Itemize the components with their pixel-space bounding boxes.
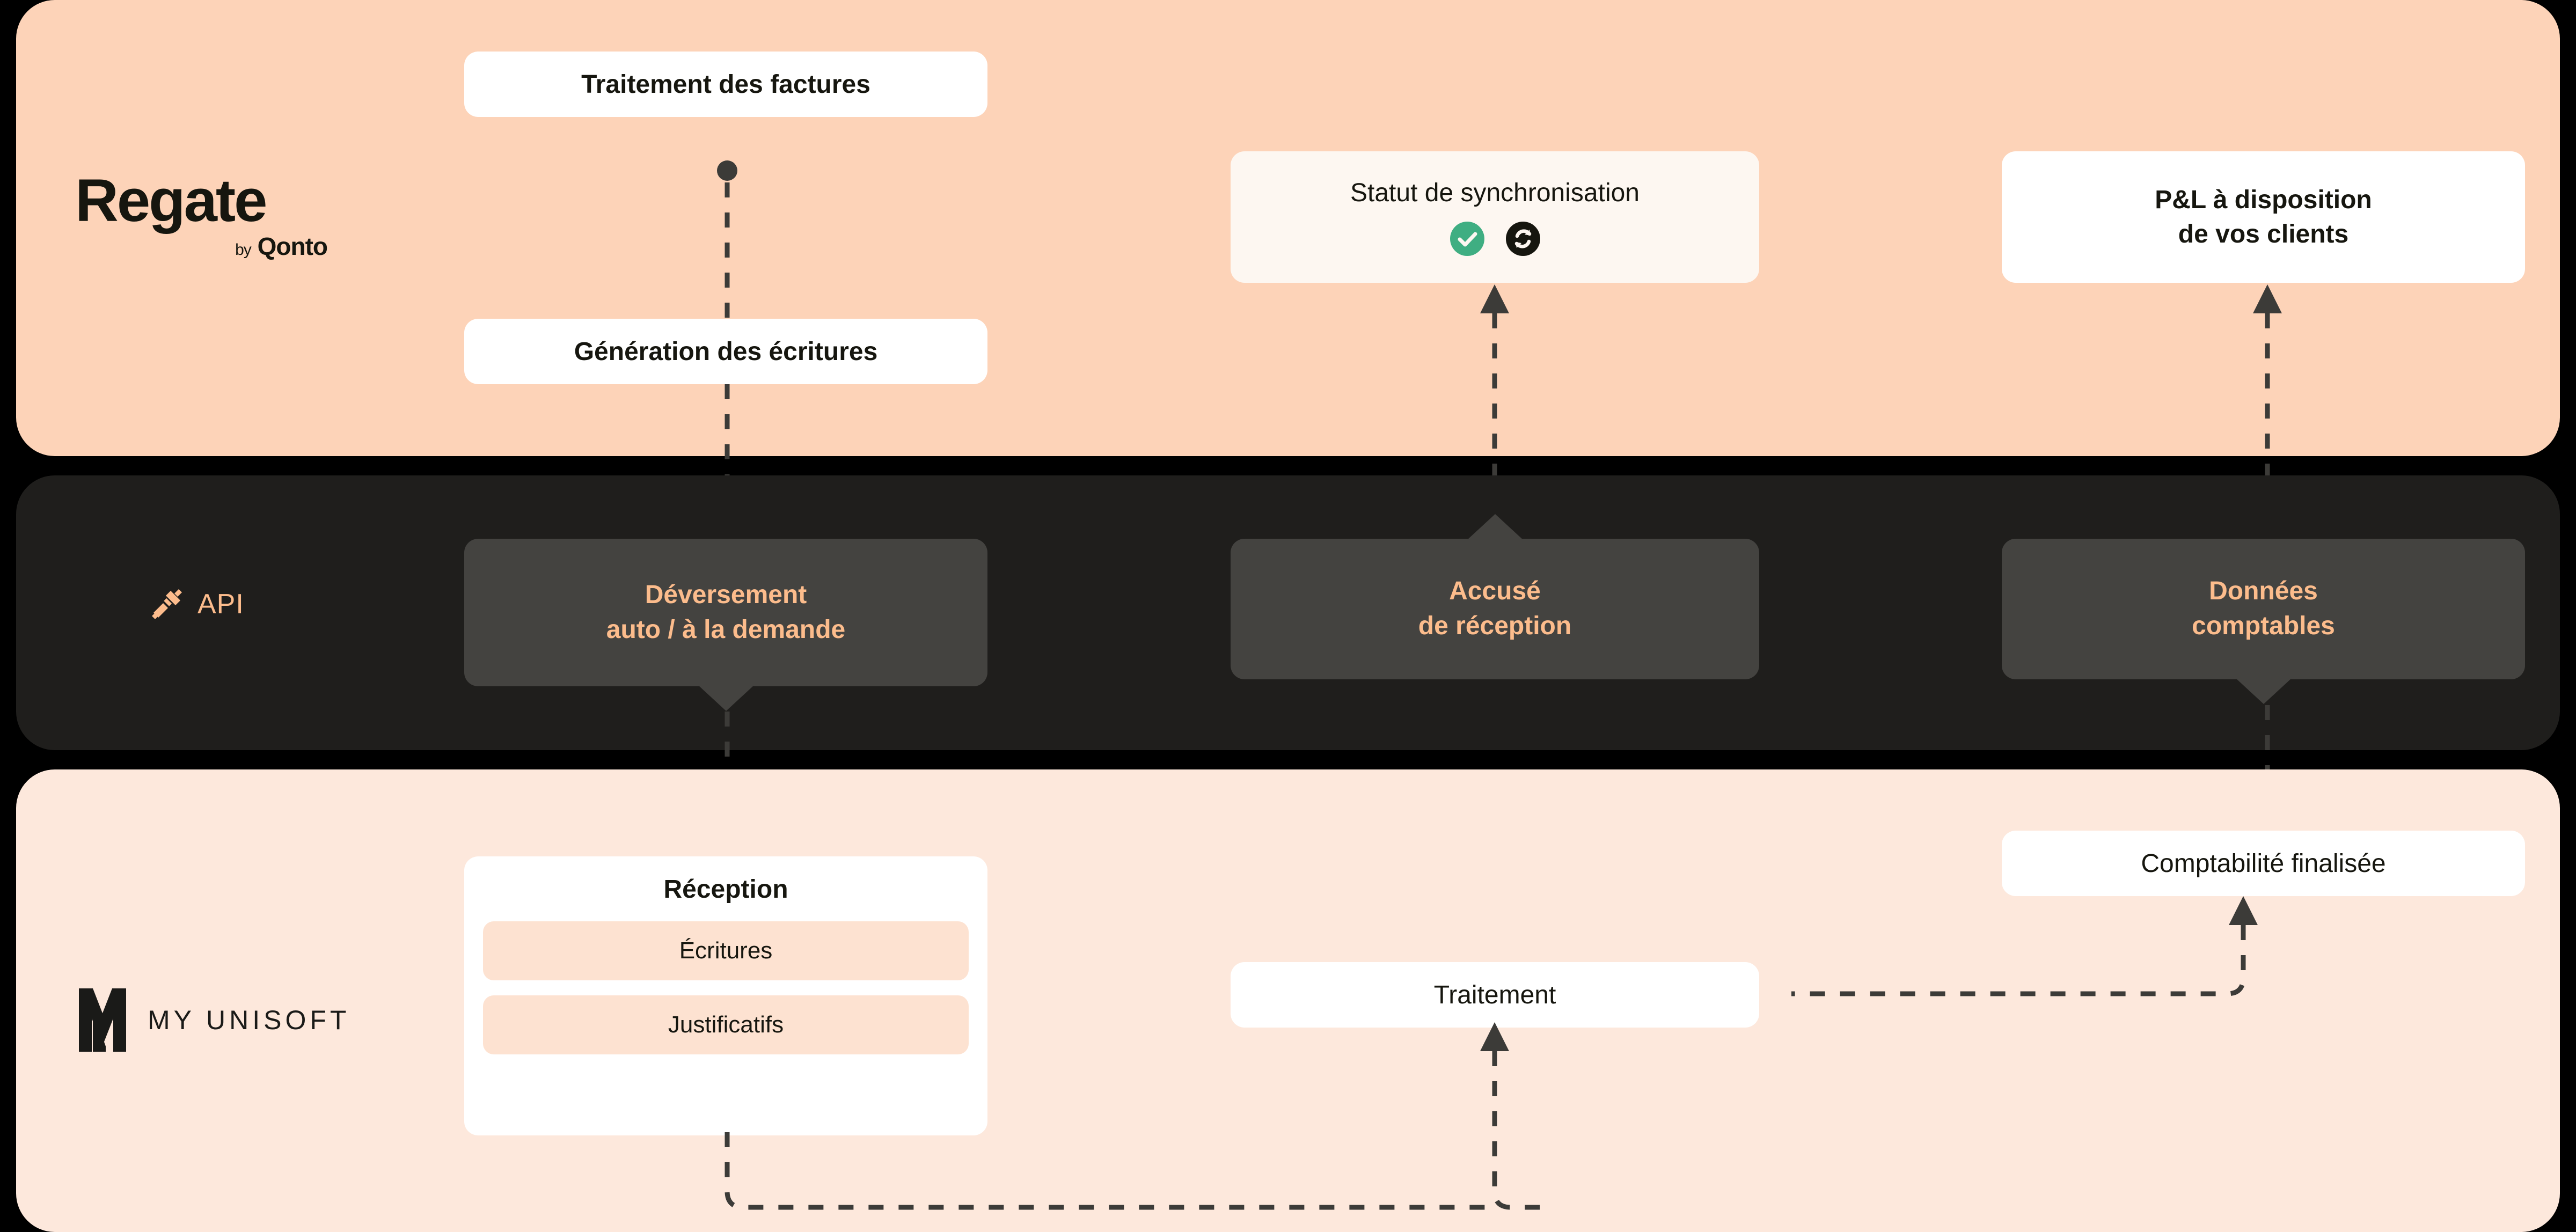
- card-reception-item-ecritures-label: Écritures: [679, 937, 773, 964]
- card-traitement-label: Traitement: [1433, 980, 1556, 1009]
- card-pl-a-disposition[interactable]: P&L à disposition de vos clients: [2002, 151, 2525, 283]
- card-accuse-de-reception-line1: Accusé: [1449, 577, 1541, 606]
- card-deversement-line2: auto / à la demande: [606, 615, 846, 644]
- card-comptabilite-finalisee-label: Comptabilité finalisée: [2141, 849, 2386, 878]
- card-reception-item-justificatifs-label: Justificatifs: [668, 1011, 784, 1038]
- diagram-canvas: Regate by Qonto Traitement des factures …: [0, 0, 2576, 1232]
- card-comptabilite-finalisee[interactable]: Comptabilité finalisée: [2002, 831, 2525, 896]
- regate-logo-brand: Qonto: [257, 232, 328, 260]
- api-label-group: API: [150, 588, 244, 621]
- regate-logo: Regate by Qonto: [75, 167, 328, 260]
- card-donnees-comptables-notch-icon: [2235, 678, 2292, 704]
- regate-logo-by: by: [235, 241, 252, 259]
- card-deversement-notch-icon: [698, 685, 754, 711]
- api-label: API: [197, 589, 244, 620]
- card-accuse-de-reception[interactable]: Accusé de réception: [1231, 514, 1759, 679]
- card-donnees-comptables-line2: comptables: [2192, 612, 2335, 640]
- regate-logo-word: Regate: [75, 167, 267, 234]
- card-traitement-des-factures-label: Traitement des factures: [581, 70, 870, 99]
- card-generation-des-ecritures-label: Génération des écritures: [574, 337, 878, 366]
- api-plug-icon: [152, 589, 182, 619]
- card-accuse-notch-icon: [1467, 514, 1523, 540]
- regate-logo-byline: by Qonto: [75, 232, 328, 260]
- sync-refresh-icon: [1505, 222, 1540, 256]
- card-pl-a-disposition-line2: de vos clients: [2178, 219, 2349, 248]
- card-reception-label: Réception: [663, 875, 788, 904]
- card-pl-a-disposition-line1: P&L à disposition: [2155, 186, 2372, 215]
- card-traitement[interactable]: Traitement: [1231, 962, 1759, 1028]
- card-statut-de-synchronisation-label: Statut de synchronisation: [1350, 179, 1640, 207]
- card-accuse-de-reception-line2: de réception: [1418, 612, 1572, 640]
- check-circle-icon: [1450, 222, 1484, 256]
- card-statut-de-synchronisation[interactable]: Statut de synchronisation: [1231, 151, 1759, 283]
- card-traitement-des-factures[interactable]: Traitement des factures: [464, 52, 987, 117]
- card-deversement[interactable]: Déversement auto / à la demande: [464, 539, 987, 711]
- card-deversement-line1: Déversement: [645, 580, 807, 609]
- myunisoft-logo-text: MY UNISOFT: [148, 1005, 350, 1035]
- sync-status-icons: [1450, 222, 1540, 256]
- card-reception[interactable]: Réception Écritures Justificatifs: [464, 856, 987, 1135]
- myunisoft-logo: MY UNISOFT: [78, 987, 350, 1053]
- card-reception-item-ecritures[interactable]: Écritures: [483, 921, 969, 980]
- unisoft-m-mark-icon: [79, 988, 126, 1052]
- card-reception-item-justificatifs[interactable]: Justificatifs: [483, 995, 969, 1054]
- card-donnees-comptables[interactable]: Données comptables: [2002, 539, 2525, 704]
- card-donnees-comptables-line1: Données: [2209, 577, 2318, 606]
- card-generation-des-ecritures[interactable]: Génération des écritures: [464, 319, 987, 384]
